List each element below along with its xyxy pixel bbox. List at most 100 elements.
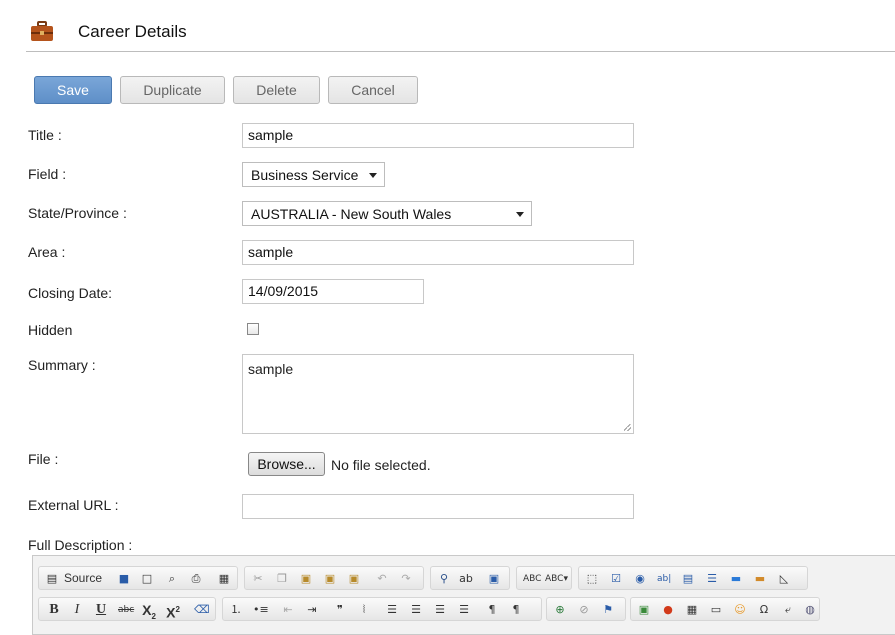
button-field-icon[interactable]: ▬ <box>729 572 743 586</box>
save-button[interactable]: Save <box>34 76 112 104</box>
strike-icon[interactable]: abc <box>118 603 134 617</box>
undo-icon[interactable]: ↶ <box>375 572 389 586</box>
textfield-icon[interactable]: ab| <box>657 572 671 586</box>
templates-icon[interactable]: ▦ <box>217 572 231 586</box>
link-icon[interactable]: ⊕ <box>553 603 567 617</box>
cancel-button[interactable]: Cancel <box>328 76 418 104</box>
toolbar-group-paragraph: ⒈ •≡ ⇤ ⇥ ❞ ⦚ ☰ ☰ ☰ ☰ ¶ ¶ <box>222 597 542 621</box>
closing-date-input[interactable]: 14/09/2015 <box>242 279 424 304</box>
summary-label: Summary : <box>28 357 96 373</box>
title-input[interactable]: sample <box>242 123 634 148</box>
numbered-list-icon[interactable]: ⒈ <box>229 603 243 617</box>
field-select[interactable]: Business Service <box>242 162 385 187</box>
radio-icon[interactable]: ◉ <box>633 572 647 586</box>
hidden-field-icon[interactable]: ◺ <box>777 572 791 586</box>
external-url-input[interactable] <box>242 494 634 519</box>
chevron-down-icon <box>369 173 377 178</box>
rtl-icon[interactable]: ¶ <box>509 603 523 617</box>
print-icon[interactable]: ⎙ <box>189 572 203 586</box>
resize-grip-icon[interactable] <box>624 424 631 431</box>
toolbar-group-document: ▤ Source ■ □ ⌕ ⎙ ▦ <box>38 566 238 590</box>
spellcheck-icon[interactable]: ABC <box>523 572 541 586</box>
toolbar-group-links: ⊕ ⊘ ⚑ <box>546 597 626 621</box>
underline-icon[interactable]: U <box>94 603 108 617</box>
unlink-icon[interactable]: ⊘ <box>577 603 591 617</box>
form-icon[interactable]: ⬚ <box>585 572 599 586</box>
paste-icon[interactable]: ▣ <box>299 572 313 586</box>
horizontal-rule-icon[interactable]: ▭ <box>709 603 723 617</box>
div-icon[interactable]: ⦚ <box>357 603 371 617</box>
italic-icon[interactable]: I <box>70 603 84 617</box>
no-file-text: No file selected. <box>331 457 431 473</box>
iframe-icon[interactable]: ◍ <box>803 603 817 617</box>
page-title: Career Details <box>78 22 187 41</box>
subscript-icon[interactable]: X2 <box>142 603 156 621</box>
summary-text: sample <box>248 361 294 377</box>
copy-icon[interactable]: ❐ <box>275 572 289 586</box>
toolbar-group-find: ⚲ ab ▣ <box>430 566 510 590</box>
align-left-icon[interactable]: ☰ <box>385 603 399 617</box>
cut-icon[interactable]: ✂ <box>251 572 265 586</box>
toolbar-group-basicstyles: B I U abc X2 X2 ⌫ <box>38 597 216 621</box>
paste-text-icon[interactable]: ▣ <box>323 572 337 586</box>
chevron-down-icon <box>516 212 524 217</box>
state-select[interactable]: AUSTRALIA - New South Wales <box>242 201 532 226</box>
image-icon[interactable]: ▣ <box>637 603 651 617</box>
special-char-icon[interactable]: Ω <box>757 603 771 617</box>
blockquote-icon[interactable]: ❞ <box>333 603 347 617</box>
state-select-value: AUSTRALIA - New South Wales <box>251 206 452 222</box>
external-url-label: External URL : <box>28 497 119 513</box>
title-label: Title : <box>28 127 62 143</box>
field-select-value: Business Service <box>251 167 359 183</box>
full-description-label: Full Description : <box>28 537 133 553</box>
align-justify-icon[interactable]: ☰ <box>457 603 471 617</box>
align-right-icon[interactable]: ☰ <box>433 603 447 617</box>
flash-icon[interactable]: ● <box>661 603 675 617</box>
smiley-icon[interactable]: ☺ <box>733 603 747 617</box>
bold-icon[interactable]: B <box>47 603 61 617</box>
toolbar-group-clipboard: ✂ ❐ ▣ ▣ ▣ ↶ ↷ <box>244 566 424 590</box>
area-label: Area : <box>28 244 66 260</box>
new-page-icon[interactable]: □ <box>140 572 154 586</box>
closing-date-label: Closing Date: <box>28 285 113 301</box>
image-button-icon[interactable]: ▬ <box>753 572 767 586</box>
textarea-icon[interactable]: ▤ <box>681 572 695 586</box>
page-header: Career Details <box>0 0 895 53</box>
select-field-icon[interactable]: ☰ <box>705 572 719 586</box>
table-icon[interactable]: ▦ <box>685 603 699 617</box>
source-button[interactable]: Source <box>64 571 102 585</box>
paste-word-icon[interactable]: ▣ <box>347 572 361 586</box>
select-all-icon[interactable]: ▣ <box>487 572 501 586</box>
page-break-icon[interactable]: ⤶ <box>781 603 795 617</box>
duplicate-button[interactable]: Duplicate <box>120 76 225 104</box>
anchor-flag-icon[interactable]: ⚑ <box>601 603 615 617</box>
remove-format-icon[interactable]: ⌫ <box>194 603 210 617</box>
hidden-label: Hidden <box>28 322 73 338</box>
browse-button[interactable]: Browse... <box>248 452 325 476</box>
state-label: State/Province : <box>28 205 127 221</box>
briefcase-icon <box>31 21 53 41</box>
preview-icon[interactable]: ⌕ <box>165 572 179 586</box>
toolbar-group-forms: ⬚ ☑ ◉ ab| ▤ ☰ ▬ ▬ ◺ <box>578 566 808 590</box>
bulleted-list-icon[interactable]: •≡ <box>253 603 269 617</box>
ltr-icon[interactable]: ¶ <box>485 603 499 617</box>
save-doc-icon[interactable]: ■ <box>117 572 131 586</box>
find-icon[interactable]: ⚲ <box>437 572 451 586</box>
source-icon: ▤ <box>46 572 58 585</box>
hidden-checkbox[interactable] <box>247 323 259 335</box>
align-center-icon[interactable]: ☰ <box>409 603 423 617</box>
file-label: File : <box>28 451 59 467</box>
delete-button[interactable]: Delete <box>233 76 320 104</box>
indent-icon[interactable]: ⇥ <box>305 603 319 617</box>
toolbar-group-spell: ABC ABC▾ <box>516 566 572 590</box>
summary-textarea[interactable]: sample <box>242 354 634 434</box>
superscript-icon[interactable]: X2 <box>166 603 180 620</box>
area-input[interactable]: sample <box>242 240 634 265</box>
checkbox-icon[interactable]: ☑ <box>609 572 623 586</box>
header-divider <box>26 51 895 52</box>
replace-icon[interactable]: ab <box>459 572 473 586</box>
redo-icon[interactable]: ↷ <box>399 572 413 586</box>
toolbar-group-insert: ▣ ● ▦ ▭ ☺ Ω ⤶ ◍ <box>630 597 820 621</box>
outdent-icon[interactable]: ⇤ <box>281 603 295 617</box>
scayt-icon[interactable]: ABC▾ <box>545 572 568 586</box>
